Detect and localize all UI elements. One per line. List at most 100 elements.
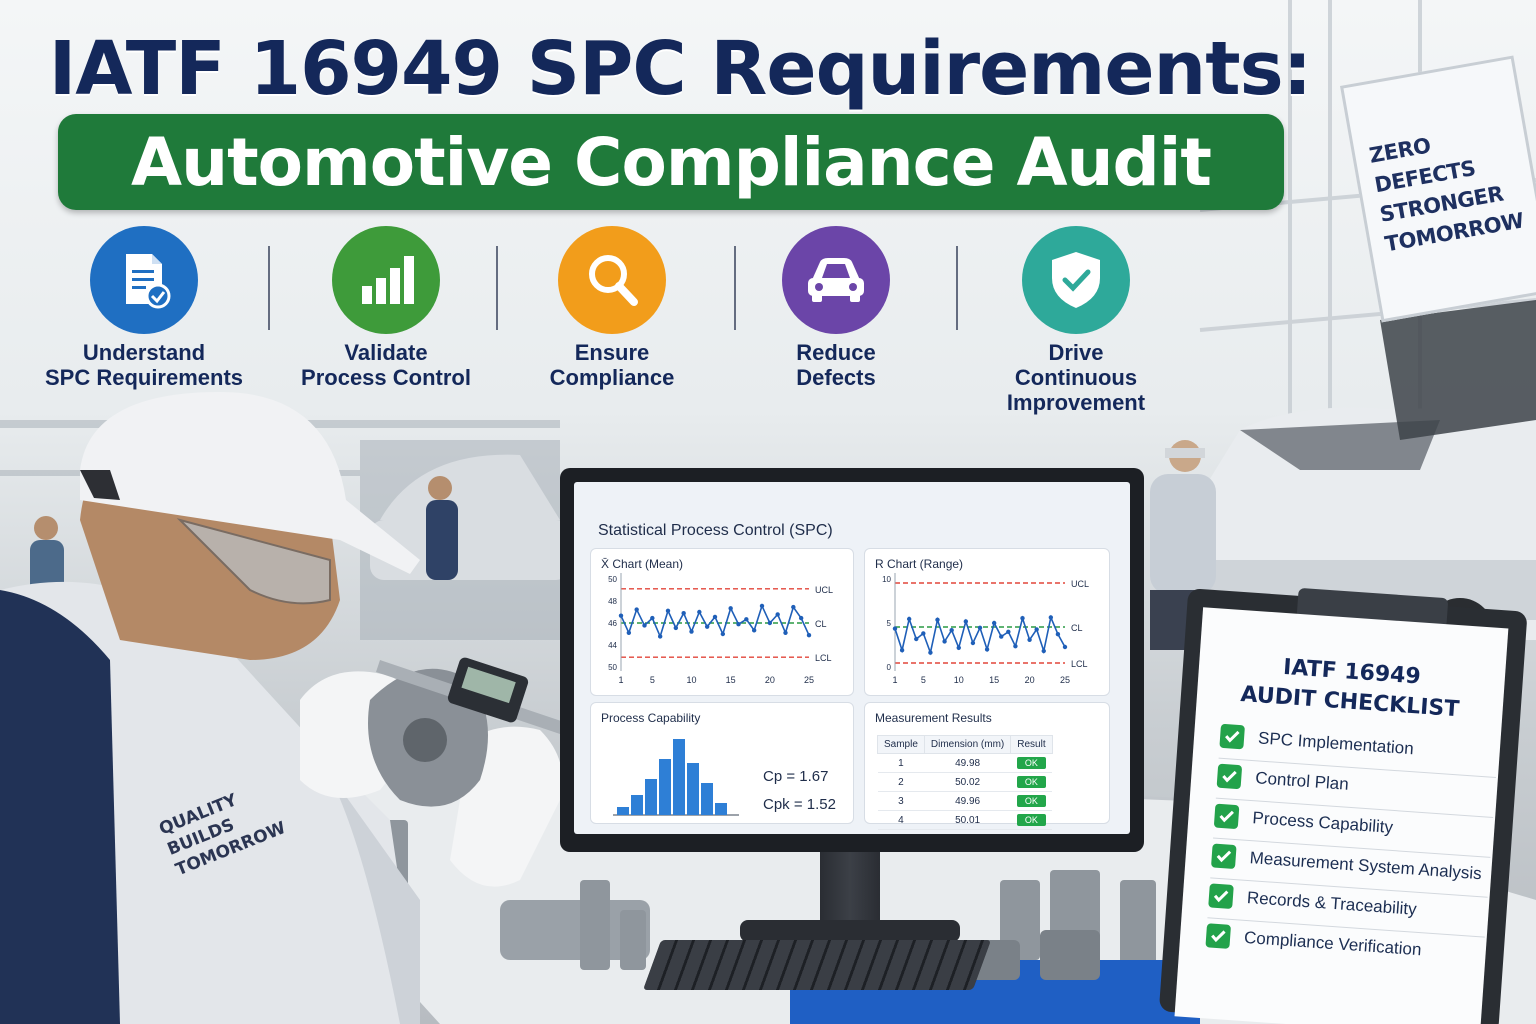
x-tick-label: 10 [686, 675, 696, 685]
y-tick-label: 46 [608, 619, 617, 628]
data-point [1020, 616, 1025, 621]
bar-chart-icon [332, 226, 440, 334]
checkmark-icon [1213, 803, 1240, 830]
cl-label: CL [815, 619, 827, 629]
document-check-icon [90, 226, 198, 334]
data-point [806, 633, 812, 638]
y-tick-label: 50 [608, 575, 617, 584]
checklist-item-label: Compliance Verification [1243, 927, 1423, 960]
table-row: 2 50.02 OK [877, 772, 1053, 792]
x-tick-label: 20 [765, 675, 775, 685]
capability-panel: Process Capability Cp = 1.67 Cpk = 1.52 [590, 702, 854, 824]
y-tick-label: 48 [608, 597, 617, 606]
data-point [759, 603, 765, 609]
measurement-table: Sample Dimension (mm) Result 1 49.98 OK … [877, 735, 1053, 830]
column-header: Dimension (mm) [923, 735, 1012, 754]
screen-title: Statistical Process Control (SPC) [598, 522, 833, 539]
benefit-label: Validate Process Control [301, 340, 471, 390]
x-tick-label: 10 [954, 675, 964, 685]
dimension-cell: 50.02 [924, 772, 1011, 792]
ok-badge: OK [1016, 795, 1046, 807]
shield-check-icon [1022, 226, 1130, 334]
x-tick-label: 25 [804, 675, 814, 685]
data-point [783, 630, 788, 635]
checklist-item-label: Process Capability [1251, 808, 1394, 837]
data-point [928, 650, 933, 655]
checklist-item-label: Control Plan [1254, 768, 1350, 794]
histogram-bar [617, 807, 629, 815]
x-tick-label: 15 [726, 675, 736, 685]
result-cell: OK [1010, 753, 1053, 773]
series-line [620, 603, 810, 639]
sample-cell: 4 [877, 810, 925, 830]
cl-label: CL [1071, 623, 1083, 633]
range-chart-panel: R Chart (Range) UCL CL LCL 10 5 0 1 5 10 15 20 25 [864, 548, 1110, 696]
benefit-reduce: Reduce Defects [716, 226, 956, 390]
result-cell: OK [1010, 772, 1053, 792]
data-point [657, 634, 663, 639]
data-point [697, 609, 702, 615]
data-point [1034, 627, 1039, 632]
data-point [999, 634, 1004, 639]
column-header: Sample [877, 735, 925, 754]
lcl-label: LCL [815, 653, 832, 663]
benefit-label: Drive Continuous Improvement [1006, 340, 1146, 415]
data-point [949, 628, 954, 633]
y-tick-label: 50 [608, 663, 617, 672]
benefit-validate: Validate Process Control [266, 226, 506, 390]
histogram-bar [673, 739, 685, 815]
keyboard [642, 940, 992, 990]
spc-screen: Statistical Process Control (SPC) X̄ Cha… [574, 482, 1130, 834]
x-tick-label: 5 [650, 675, 655, 685]
x-tick-label: 20 [1025, 675, 1035, 685]
range-chart: UCLCLLCL10501 5 10 15 20 25 [882, 573, 1089, 685]
data-point [935, 617, 940, 622]
data-point [744, 617, 749, 622]
cp-value: Cp = 1.67 [763, 768, 829, 785]
histogram-bar [701, 783, 713, 815]
table-row: 3 49.96 OK [877, 791, 1053, 811]
data-point [956, 645, 961, 650]
subtitle-text: Automotive Compliance Audit [131, 123, 1212, 201]
checkmark-icon [1205, 923, 1232, 949]
subtitle-banner: Automotive Compliance Audit [58, 114, 1284, 210]
xbar-chart-panel: X̄ Chart (Mean) UCL CL LCL 50 48 46 44 50 1 5 10 15… [590, 548, 854, 696]
table-row: 4 50.01 OK [877, 810, 1053, 830]
data-point [689, 629, 694, 634]
data-point [736, 622, 741, 627]
data-point [921, 631, 926, 636]
data-point [650, 615, 655, 621]
lcl-label: LCL [1071, 659, 1088, 669]
y-tick-label: 5 [887, 619, 892, 628]
x-tick-label: 1 [618, 675, 623, 685]
sign-text: ZERO DEFECTS STRONGER TOMORROW [1367, 115, 1536, 259]
checklist-paper: IATF 16949 AUDIT CHECKLIST SPC Implement… [1174, 607, 1509, 1024]
data-point [712, 614, 718, 620]
data-point [642, 623, 647, 628]
car-icon [782, 226, 890, 334]
ucl-label: UCL [1071, 579, 1089, 589]
result-cell: OK [1010, 810, 1053, 830]
ok-badge: OK [1016, 757, 1046, 769]
x-tick-label: 15 [989, 675, 999, 685]
checkmark-icon [1216, 763, 1243, 790]
data-point [942, 639, 947, 644]
benefit-label: Understand SPC Requirements [44, 340, 244, 390]
data-point [751, 628, 757, 633]
data-point [767, 620, 773, 626]
cpk-value: Cpk = 1.52 [763, 796, 836, 813]
data-point [984, 647, 990, 652]
data-point [906, 616, 912, 622]
histogram-bar [659, 759, 671, 815]
data-point [914, 636, 919, 642]
data-point [899, 648, 905, 653]
benefit-label: Reduce Defects [796, 340, 876, 390]
data-point [1055, 632, 1061, 637]
data-point [775, 612, 780, 617]
data-point [681, 611, 686, 616]
data-point [963, 619, 969, 624]
dimension-cell: 49.96 [924, 791, 1011, 811]
histogram-bar [631, 795, 643, 815]
data-point [673, 625, 679, 631]
checkmark-icon [1219, 723, 1245, 750]
